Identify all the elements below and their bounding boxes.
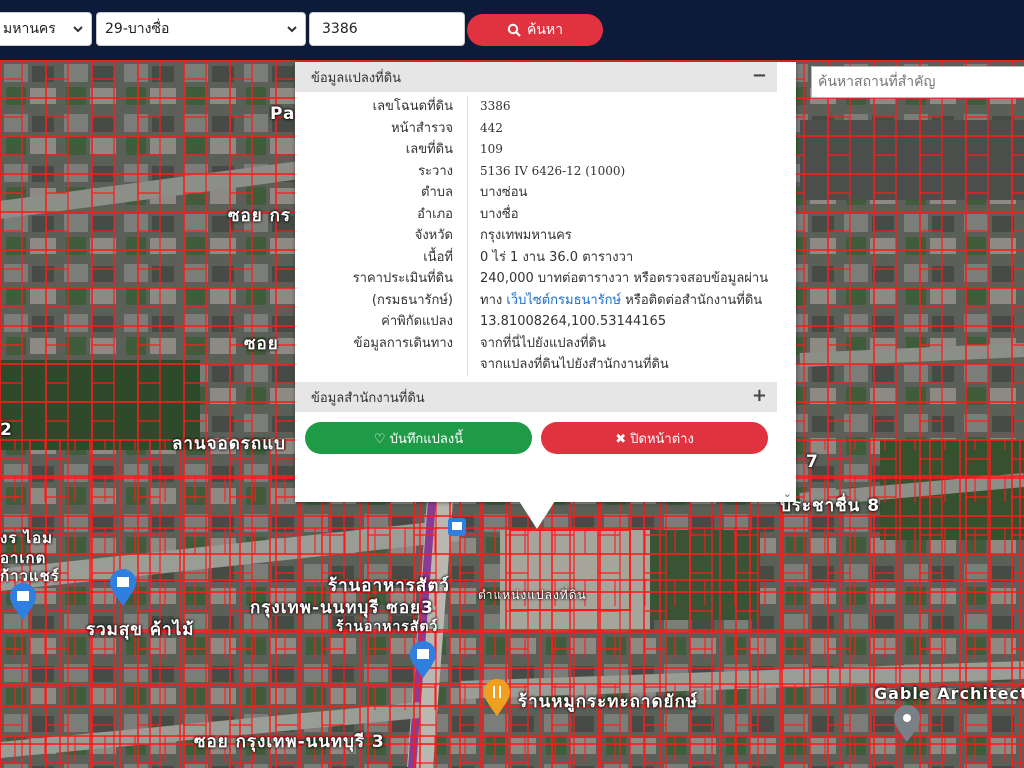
- info-key: (กรมธนารักษ์): [295, 289, 468, 311]
- district-select[interactable]: 29-บางซื่อ: [96, 12, 306, 46]
- shopping-pin-icon[interactable]: [108, 568, 138, 608]
- info-row-map-sheet: ระวาง 5136 IV 6426-12 (1000): [295, 160, 777, 182]
- info-key: เลขโฉนดที่ดิน: [295, 96, 468, 118]
- info-key: ค่าพิกัดแปลง: [295, 311, 468, 333]
- shopping-pin-icon[interactable]: [408, 640, 438, 680]
- map-label: Pa: [270, 104, 296, 124]
- map-label: ร้านหมูกระทะถาดยักษ์: [518, 692, 698, 712]
- parcel-position-label: ตำแหน่งแปลงที่ดิน: [478, 588, 587, 602]
- directions-to-parcel-link[interactable]: จากที่นี่ไปยังแปลงที่ดิน: [468, 333, 606, 355]
- search-icon: [507, 23, 521, 37]
- parcel-info-popup: ข้อมูลแปลงที่ดิน − เลขโฉนดที่ดิน 3386 หน้…: [295, 62, 796, 502]
- parcel-info-header[interactable]: ข้อมูลแปลงที่ดิน −: [295, 62, 777, 92]
- collapse-icon[interactable]: −: [752, 65, 767, 86]
- bus-stop-icon[interactable]: [448, 518, 466, 536]
- info-text: ทาง: [480, 292, 503, 308]
- map-label: Gable Architect: [874, 684, 1024, 703]
- popup-pointer: [519, 501, 555, 529]
- heart-icon: ♡: [373, 431, 386, 447]
- info-key: ข้อมูลการเดินทาง: [295, 332, 468, 354]
- save-parcel-button[interactable]: ♡ บันทึกแปลงนี้: [305, 422, 532, 454]
- map-label: ซอย กร: [228, 206, 292, 226]
- info-key: อำเภอ: [295, 203, 468, 225]
- save-parcel-label: บันทึกแปลงนี้: [389, 431, 464, 447]
- map-label: รวมสุข ค้าไม้: [86, 620, 195, 640]
- scroll-down-icon[interactable]: ⌄: [783, 487, 792, 500]
- info-value: บางซื่อ: [480, 206, 519, 222]
- treasury-website-link[interactable]: เว็บไซต์กรมธนารักษ์: [506, 293, 621, 308]
- top-search-bar: มหานคร 29-บางซื่อ ค้นหา: [0, 0, 1024, 60]
- info-row-treasury: (กรมธนารักษ์) ทาง เว็บไซต์กรมธนารักษ์ หร…: [295, 289, 777, 312]
- info-value: 109: [480, 142, 503, 156]
- search-button-label: ค้นหา: [526, 22, 564, 38]
- info-value: 0 ไร่ 1 งาน 36.0 ตารางวา: [480, 249, 634, 265]
- close-window-button[interactable]: ✖ ปิดหน้าต่าง: [541, 422, 768, 454]
- info-value: 442: [480, 120, 503, 135]
- expand-icon[interactable]: +: [752, 385, 767, 406]
- restaurant-pin-icon[interactable]: [482, 678, 512, 718]
- land-office-title: ข้อมูลสำนักงานที่ดิน: [311, 390, 425, 406]
- info-row-travel: ข้อมูลการเดินทาง จากที่นี่ไปยังแปลงที่ดิ…: [295, 332, 777, 355]
- info-key: หน้าสำรวจ: [295, 117, 468, 139]
- search-button[interactable]: ค้นหา: [467, 14, 603, 46]
- info-key: ตำบล: [295, 182, 468, 204]
- info-value: ทาง เว็บไซต์กรมธนารักษ์ หรือติดต่อสำนักง…: [468, 290, 762, 312]
- info-row-deed: เลขโฉนดที่ดิน 3386: [295, 96, 777, 118]
- info-row-coordinates: ค่าพิกัดแปลง 13.81008264,100.53144165: [295, 311, 777, 333]
- district-select-value: 29-บางซื่อ: [105, 21, 170, 37]
- info-key: ราคาประเมินที่ดิน: [295, 268, 468, 290]
- map-label: 2: [0, 420, 13, 440]
- place-pin-icon[interactable]: [892, 704, 922, 744]
- info-value: 5136 IV 6426-12 (1000): [480, 163, 626, 178]
- shopping-pin-icon[interactable]: [8, 582, 38, 622]
- info-row-district: อำเภอ บางซื่อ: [295, 203, 777, 225]
- info-row-appraisal: ราคาประเมินที่ดิน 240,000 บาทต่อตารางวา ห…: [295, 268, 777, 290]
- chevron-down-icon: [287, 26, 297, 33]
- chevron-down-icon: [73, 26, 83, 33]
- info-row-travel-2: จากแปลงที่ดินไปยังสำนักงานที่ดิน: [295, 354, 777, 376]
- province-select-value: มหานคร: [3, 21, 56, 37]
- info-key: ระวาง: [295, 160, 468, 182]
- close-window-label: ปิดหน้าต่าง: [630, 431, 694, 447]
- info-row-province: จังหวัด กรุงเทพมหานคร: [295, 225, 777, 247]
- parcel-info-table: เลขโฉนดที่ดิน 3386 หน้าสำรวจ 442 เลขที่ดิน…: [295, 96, 777, 376]
- info-key: เนื้อที่: [295, 246, 468, 268]
- map-label: ร้านอาหารสัตว์: [336, 619, 439, 635]
- directions-to-office-link[interactable]: จากแปลงที่ดินไปยังสำนักงานที่ดิน: [468, 354, 669, 376]
- info-key: จังหวัด: [295, 225, 468, 247]
- map-label: ลานจอดรถแบ: [172, 434, 286, 454]
- map-label: ซอย: [244, 334, 279, 354]
- info-value: บางซ่อน: [480, 185, 528, 200]
- info-key: เลขที่ดิน: [295, 139, 468, 161]
- map-label: ซอย กรุงเทพ-นนทบุรี 3: [194, 732, 385, 752]
- parcel-info-title: ข้อมูลแปลงที่ดิน: [311, 70, 402, 86]
- land-office-header[interactable]: ข้อมูลสำนักงานที่ดิน +: [295, 382, 777, 412]
- close-icon: ✖: [615, 431, 627, 447]
- info-row-subdistrict: ตำบล บางซ่อน: [295, 182, 777, 204]
- map-label: 7: [806, 452, 819, 472]
- coordinates-link[interactable]: 13.81008264,100.53144165: [468, 311, 666, 333]
- province-select[interactable]: มหานคร: [0, 12, 92, 46]
- info-text: หรือติดต่อสำนักงานที่ดิน: [625, 292, 763, 308]
- info-key-empty: [295, 354, 468, 376]
- info-row-survey-page: หน้าสำรวจ 442: [295, 117, 777, 139]
- info-value: 240,000 บาทต่อตารางวา หรือตรวจสอบข้อมูลผ…: [480, 271, 769, 286]
- info-row-area: เนื้อที่ 0 ไร่ 1 งาน 36.0 ตารางวา: [295, 246, 777, 268]
- deed-number-input[interactable]: [309, 12, 465, 46]
- info-row-land-number: เลขที่ดิน 109: [295, 139, 777, 161]
- info-value: 3386: [480, 99, 511, 113]
- place-search-input[interactable]: [811, 66, 1024, 98]
- info-value: กรุงเทพมหานคร: [480, 228, 572, 243]
